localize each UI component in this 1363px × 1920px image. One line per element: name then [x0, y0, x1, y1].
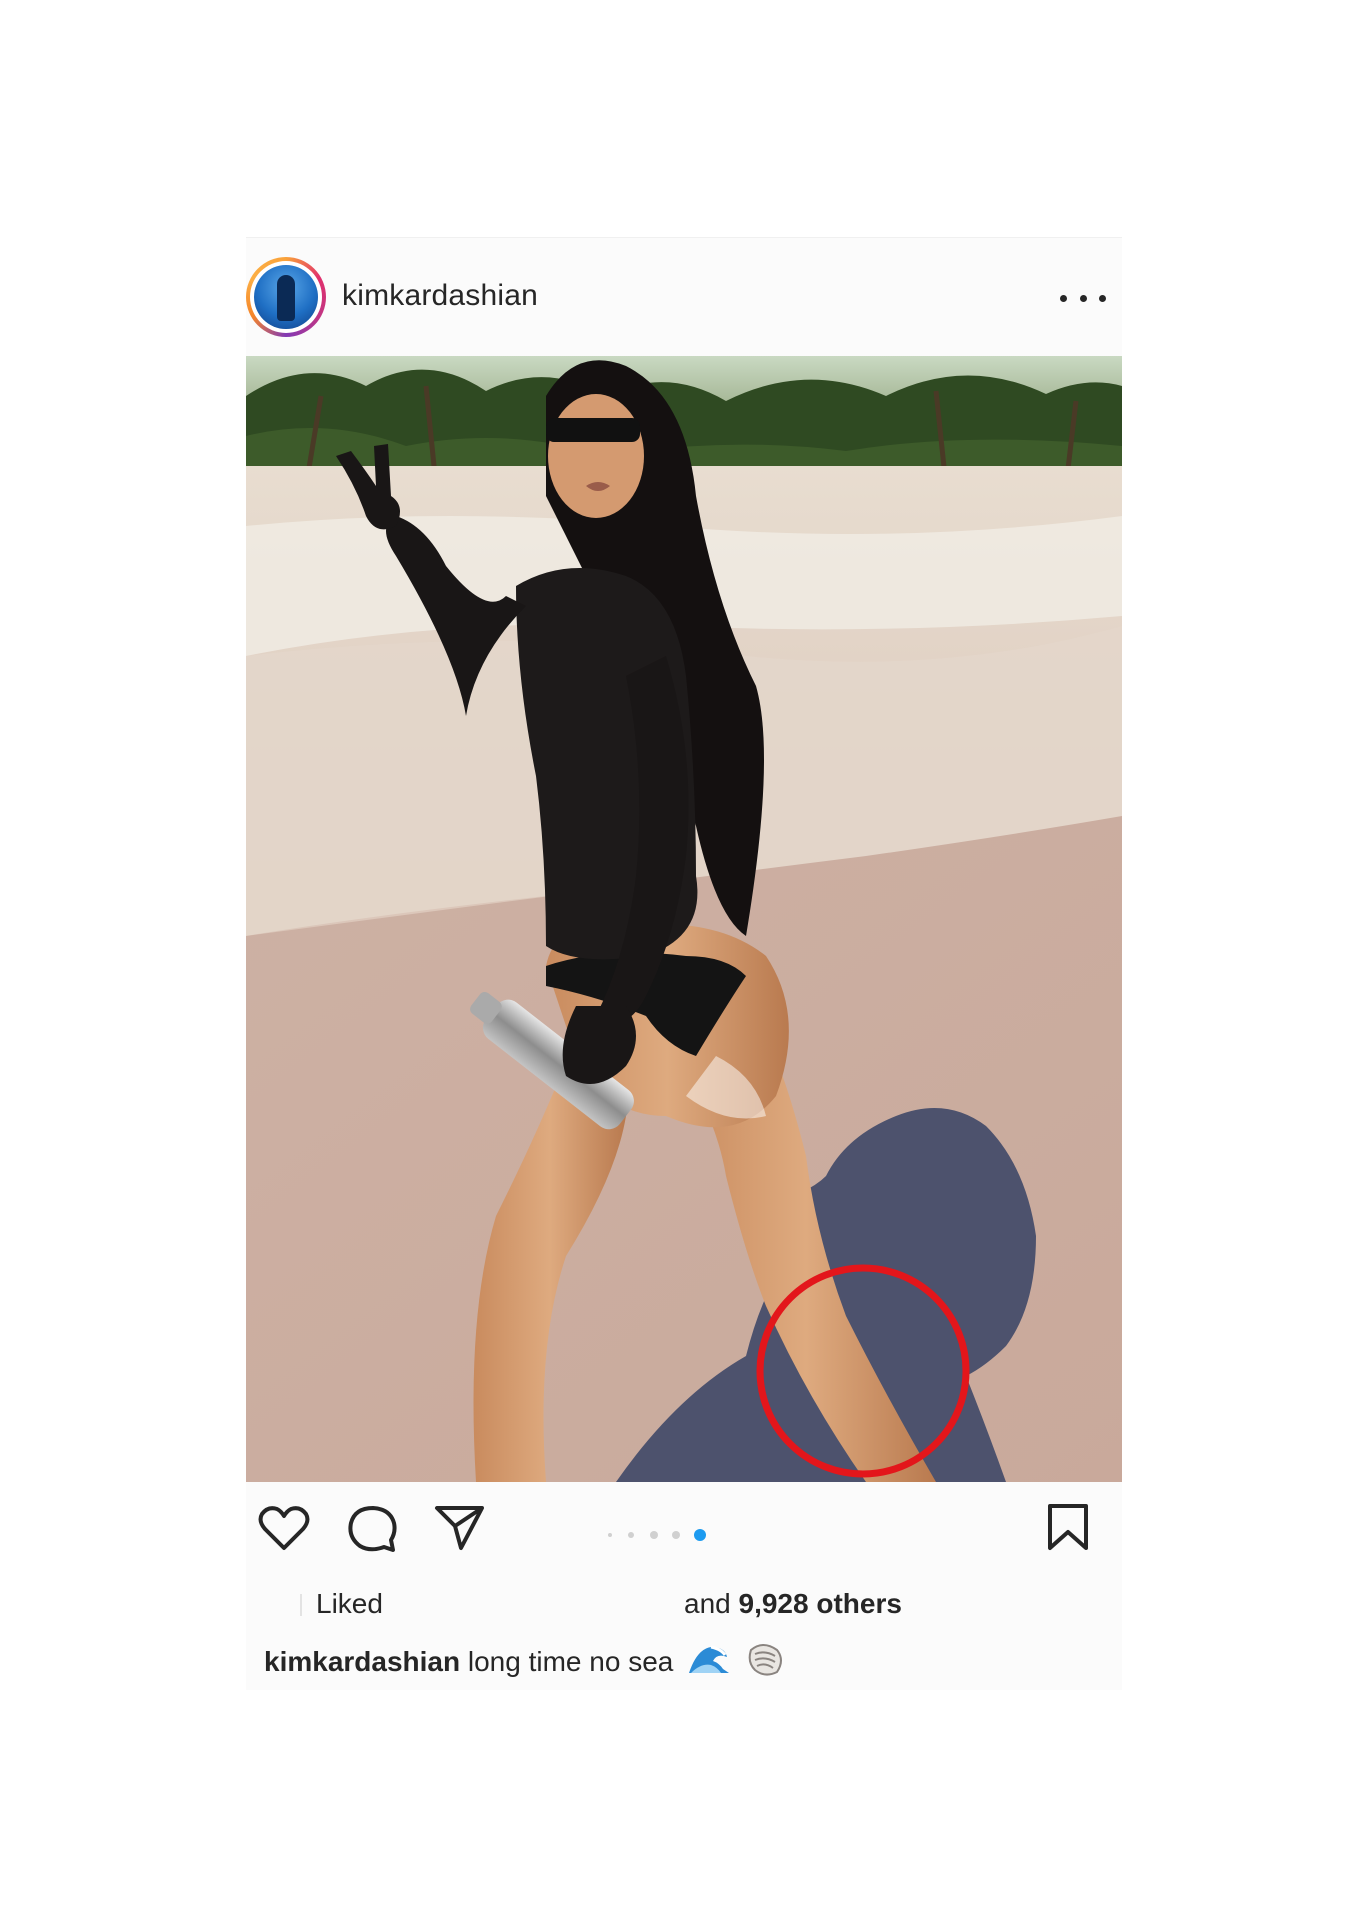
carousel-dot — [650, 1531, 658, 1539]
liked-label: Liked — [316, 1588, 383, 1619]
likes-row: Liked and 9,928 others — [246, 1588, 1122, 1628]
liked-avatar-placeholder — [300, 1594, 302, 1616]
post-photo[interactable] — [246, 356, 1122, 1482]
action-bar — [246, 1482, 1122, 1582]
username[interactable]: kimkardashian — [342, 279, 538, 313]
more-dot — [1099, 294, 1106, 302]
caption-author[interactable]: kimkardashian — [264, 1646, 460, 1677]
more-dot — [1060, 294, 1067, 302]
avatar[interactable] — [246, 257, 326, 337]
sunglasses — [546, 418, 640, 442]
wave-emoji — [687, 1643, 731, 1684]
avatar-figure — [277, 275, 295, 321]
carousel-dot — [694, 1529, 706, 1541]
caption: kimkardashian long time no sea — [264, 1642, 1114, 1682]
caption-text: long time no sea — [467, 1645, 674, 1677]
bookmark-icon[interactable] — [1046, 1502, 1090, 1552]
avatar-image — [254, 265, 318, 329]
instagram-post: kimkardashian Liked and 9,928 others kim… — [246, 237, 1122, 1690]
carousel-dot — [628, 1532, 634, 1538]
more-dot — [1079, 294, 1087, 302]
avatar-border — [250, 261, 322, 333]
beach-photo — [246, 356, 1122, 1482]
comment-icon[interactable] — [346, 1504, 398, 1554]
and-text: and — [684, 1588, 731, 1619]
face — [548, 394, 644, 518]
carousel-dots — [608, 1528, 710, 1542]
share-icon[interactable] — [434, 1502, 486, 1552]
likes-others[interactable]: and 9,928 others — [684, 1588, 902, 1620]
shell-emoji — [745, 1642, 785, 1685]
post-header: kimkardashian — [246, 238, 1122, 356]
likes-count: 9,928 others — [738, 1588, 902, 1619]
heart-icon[interactable] — [258, 1504, 310, 1552]
carousel-dot — [672, 1531, 680, 1539]
carousel-dot — [608, 1533, 612, 1537]
more-dots-icon[interactable] — [1060, 278, 1106, 318]
